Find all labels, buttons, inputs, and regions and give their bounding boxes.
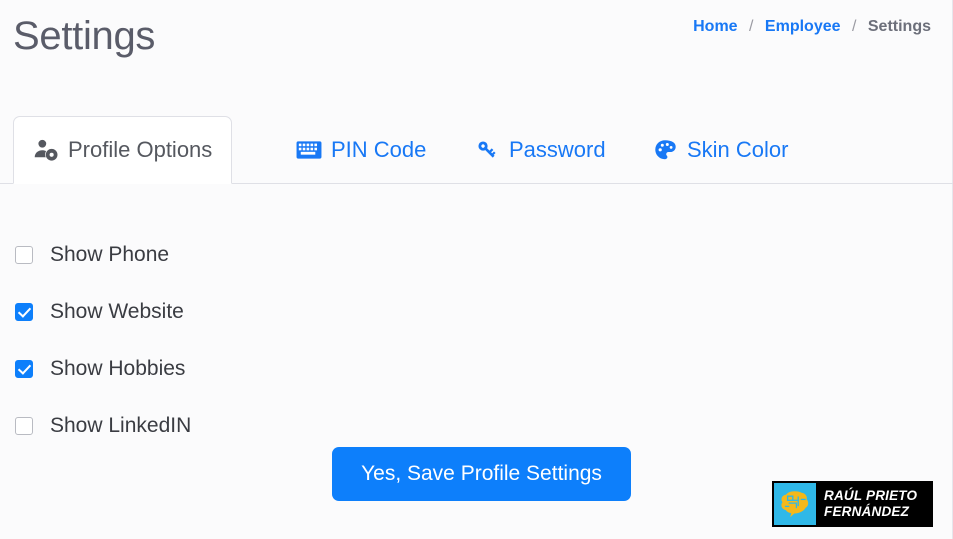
option-label[interactable]: Show Phone [50, 243, 169, 267]
option-label[interactable]: Show LinkedIN [50, 414, 191, 438]
checkbox-show-website[interactable] [15, 302, 33, 321]
breadcrumb-separator: / [851, 18, 857, 35]
option-row-show-linkedin[interactable]: Show LinkedIN [0, 397, 480, 454]
tab-label: PIN Code [331, 136, 427, 162]
tab-skin-color[interactable]: Skin Color [633, 116, 807, 183]
key-icon [474, 137, 500, 163]
settings-page: Settings Home / Employee / Settings Prof… [0, 0, 953, 539]
breadcrumb-item-settings: Settings [867, 18, 931, 35]
tab-label: Profile Options [68, 137, 213, 162]
tab-label: Password [509, 136, 606, 162]
author-watermark-badge: RAÚL PRIETO FERNÁNDEZ [772, 481, 933, 527]
profile-options-list: Show Phone Show Website Show Hobbies Sho… [0, 226, 480, 454]
checkbox-show-linkedin[interactable] [15, 416, 33, 435]
option-row-show-phone[interactable]: Show Phone [0, 226, 480, 283]
watermark-line2: FERNÁNDEZ [824, 504, 910, 519]
tab-password[interactable]: Password [455, 116, 625, 183]
checkbox-show-hobbies[interactable] [15, 359, 33, 378]
option-label[interactable]: Show Hobbies [50, 357, 185, 381]
option-row-show-hobbies[interactable]: Show Hobbies [0, 340, 480, 397]
settings-tabbar: Profile Options PIN Code Password Skin C… [0, 116, 953, 184]
brain-circuit-icon [774, 483, 816, 525]
option-row-show-website[interactable]: Show Website [0, 283, 480, 340]
breadcrumb-separator: / [749, 18, 754, 35]
checkbox-show-phone[interactable] [15, 245, 33, 264]
tab-pin-code[interactable]: PIN Code [277, 116, 445, 183]
user-cog-icon [33, 137, 59, 163]
page-title: Settings [13, 14, 156, 58]
watermark-line1: RAÚL PRIETO [824, 488, 918, 503]
tab-profile-options[interactable]: Profile Options [13, 116, 233, 184]
keyboard-icon [296, 137, 322, 163]
breadcrumb-item-home[interactable]: Home [693, 18, 737, 35]
breadcrumb-item-employee[interactable]: Employee [765, 18, 841, 35]
save-profile-settings-button[interactable]: Yes, Save Profile Settings [332, 447, 631, 501]
breadcrumb: Home / Employee / Settings [693, 17, 931, 37]
tab-label: Skin Color [687, 136, 789, 162]
palette-icon [652, 137, 678, 163]
watermark-text: RAÚL PRIETO FERNÁNDEZ [824, 488, 917, 520]
page-header: Settings Home / Employee / Settings [0, 0, 953, 92]
option-label[interactable]: Show Website [50, 300, 184, 324]
